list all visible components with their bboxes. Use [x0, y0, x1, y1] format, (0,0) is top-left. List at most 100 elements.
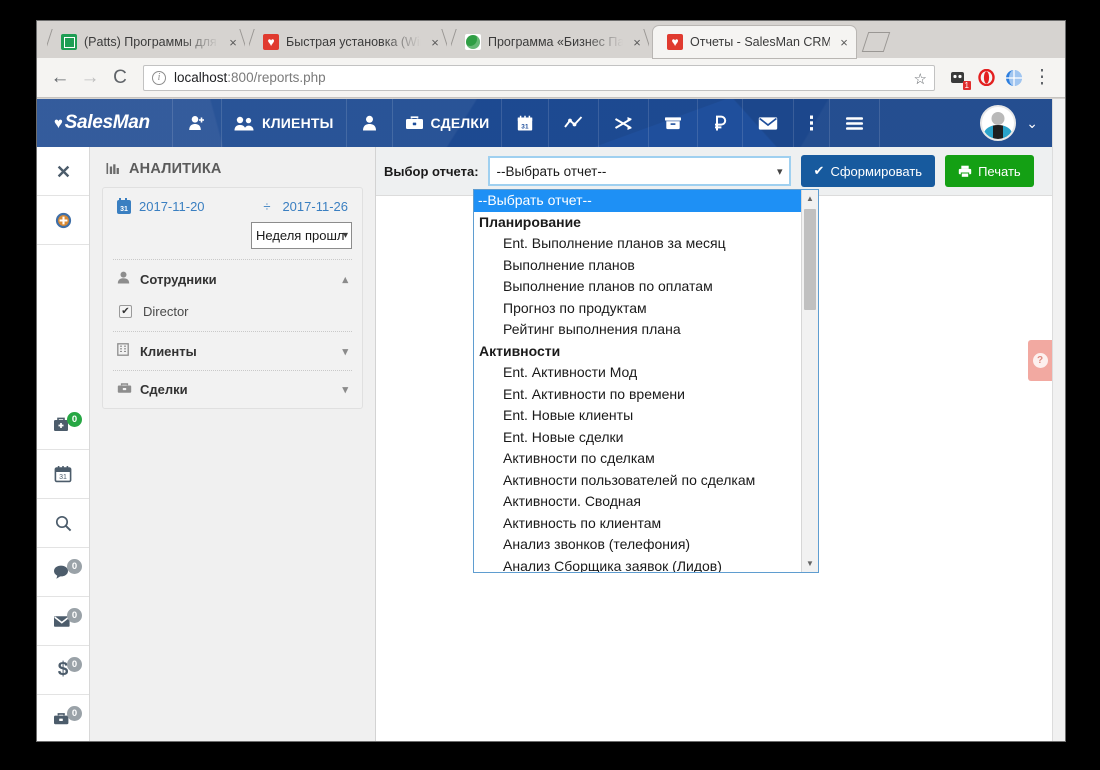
- dropdown-option[interactable]: Активность по клиентам: [474, 513, 801, 535]
- bookmark-star-icon[interactable]: ☆: [914, 70, 927, 88]
- rail-finance[interactable]: $ 0: [37, 646, 89, 695]
- close-icon[interactable]: ×: [427, 34, 443, 50]
- date-range-row[interactable]: 31 2017-11-20 ÷ 2017-11-26: [113, 188, 352, 220]
- scrollbar-thumb[interactable]: [804, 209, 816, 310]
- nav-clients[interactable]: КЛИЕНТЫ: [221, 99, 346, 147]
- date-from[interactable]: 2017-11-20: [139, 199, 205, 214]
- main-content: Выбор отчета: --Выбрать отчет-- ▾ ✔ Сфор…: [376, 147, 1052, 741]
- heart-icon: [263, 34, 279, 50]
- dropdown-scrollbar[interactable]: ▲ ▼: [801, 190, 818, 572]
- employee-checkbox[interactable]: ✔: [119, 305, 132, 318]
- rail-tasks[interactable]: 0: [37, 401, 89, 450]
- scroll-up-icon[interactable]: ▲: [802, 190, 818, 207]
- report-select[interactable]: --Выбрать отчет-- ▾: [487, 156, 791, 186]
- chevron-down-icon[interactable]: ▾: [342, 345, 348, 358]
- heart-icon: ♥: [54, 114, 63, 132]
- badge-count: 0: [67, 412, 82, 427]
- nav-finance[interactable]: [697, 99, 742, 147]
- generate-report-button[interactable]: ✔ Сформировать: [800, 155, 936, 187]
- avatar[interactable]: [980, 105, 1017, 141]
- nav-analytics[interactable]: [548, 99, 598, 147]
- scroll-down-icon[interactable]: ▼: [802, 555, 818, 572]
- group-deals[interactable]: Сделки ▾: [113, 371, 352, 408]
- nav-deals[interactable]: СДЕЛКИ: [391, 99, 502, 147]
- group-employees[interactable]: Сотрудники ▴: [113, 260, 352, 298]
- envelope-icon: [759, 116, 778, 130]
- dropdown-option[interactable]: Ent. Активности по времени: [474, 384, 801, 406]
- dropdown-option[interactable]: Рейтинг выполнения плана: [474, 319, 801, 341]
- dropdown-option[interactable]: Активности пользователей по сделкам: [474, 470, 801, 492]
- page-scrollbar[interactable]: [1052, 99, 1065, 741]
- rail-close-panel[interactable]: [37, 147, 89, 196]
- nav-shuffle[interactable]: [598, 99, 648, 147]
- add-circle-icon: [55, 212, 71, 228]
- help-widget-tab[interactable]: ?: [1028, 340, 1052, 381]
- print-button[interactable]: Печать: [945, 155, 1034, 187]
- employee-row-director[interactable]: ✔ Director: [113, 298, 352, 331]
- dropdown-option[interactable]: Ent. Новые сделки: [474, 427, 801, 449]
- browser-menu-icon[interactable]: ⋮: [1027, 63, 1057, 93]
- nav-mail[interactable]: [742, 99, 793, 147]
- address-bar[interactable]: i localhost:800/reports.php ☆: [143, 64, 935, 91]
- archive-box-icon: [665, 117, 682, 130]
- new-tab-button[interactable]: [861, 30, 891, 54]
- dropdown-option[interactable]: Анализ Сборщика заявок (Лидов): [474, 556, 801, 573]
- extension-icon-opera[interactable]: [973, 65, 999, 91]
- close-icon[interactable]: ×: [225, 34, 241, 50]
- back-icon[interactable]: ←: [45, 63, 75, 93]
- extension-badge: 1: [962, 80, 971, 90]
- page-title: АНАЛИТИКА: [129, 161, 222, 177]
- left-icon-rail: 0 31 0 0 $ 0 0: [37, 147, 90, 741]
- dropdown-option[interactable]: Ent. Активности Мод: [474, 362, 801, 384]
- nav-calendar[interactable]: 31: [501, 99, 548, 147]
- site-info-icon[interactable]: i: [152, 70, 166, 85]
- chevron-down-icon[interactable]: ▾: [342, 383, 348, 396]
- dropdown-option[interactable]: Выполнение планов по оплатам: [474, 276, 801, 298]
- dropdown-option[interactable]: Прогноз по продуктам: [474, 298, 801, 320]
- salesman-logo[interactable]: ♥ SalesMan: [37, 99, 172, 147]
- app-navbar: ♥ SalesMan КЛИЕНТЫ СДЕЛКИ 31 ⌄: [37, 99, 1052, 147]
- dropdown-option[interactable]: Ent. Выполнение планов за месяц: [474, 233, 801, 255]
- rail-mail[interactable]: 0: [37, 597, 89, 646]
- nav-more[interactable]: [793, 99, 829, 147]
- reload-icon[interactable]: C: [105, 63, 135, 93]
- rail-add[interactable]: [37, 196, 89, 245]
- rail-deals[interactable]: 0: [37, 695, 89, 741]
- dropdown-option[interactable]: --Выбрать отчет--: [474, 190, 801, 212]
- extension-icon-globe[interactable]: [1001, 65, 1027, 91]
- print-label: Печать: [978, 163, 1021, 179]
- close-icon[interactable]: ×: [836, 34, 852, 50]
- period-select[interactable]: Неделя прошл ▾: [251, 222, 352, 249]
- tab-title: (Patts) Программы для с: [84, 35, 219, 49]
- period-select-wrap: Неделя прошл ▾: [113, 220, 352, 259]
- dropdown-option[interactable]: Активности. Сводная: [474, 491, 801, 513]
- group-label: Сделки: [140, 382, 188, 397]
- dropdown-option[interactable]: Анализ звонков (телефония): [474, 534, 801, 556]
- browser-toolbar: ← → C i localhost:800/reports.php ☆ 1 ⋮: [37, 58, 1065, 98]
- browser-tab[interactable]: (Patts) Программы для с ×: [47, 26, 245, 58]
- chevron-up-icon[interactable]: ▴: [342, 273, 348, 286]
- nav-archive[interactable]: [648, 99, 697, 147]
- nav-add-user[interactable]: [172, 99, 221, 147]
- group-clients[interactable]: Клиенты ▾: [113, 332, 352, 370]
- forward-icon[interactable]: →: [75, 63, 105, 93]
- browser-tab[interactable]: Быстрая установка (Win ×: [249, 26, 447, 58]
- browser-tab[interactable]: Программа «Бизнес Па ×: [451, 26, 649, 58]
- report-dropdown-list[interactable]: --Выбрать отчет-- Планирование Ent. Выполн…: [473, 189, 819, 573]
- tab-title: Программа «Бизнес Па: [488, 35, 623, 49]
- chevron-down-icon[interactable]: ⌄: [1026, 115, 1038, 132]
- rail-search[interactable]: [37, 499, 89, 548]
- browser-tab-active[interactable]: Отчеты - SalesMan CRM ×: [653, 26, 856, 58]
- dropdown-option[interactable]: Выполнение планов: [474, 255, 801, 277]
- close-icon[interactable]: ×: [629, 34, 645, 50]
- date-to[interactable]: 2017-11-26: [282, 199, 348, 214]
- dropdown-option[interactable]: Ent. Новые клиенты: [474, 405, 801, 427]
- rail-calendar[interactable]: 31: [37, 450, 89, 499]
- user-menu[interactable]: ⌄: [980, 99, 1052, 147]
- extension-icon-1[interactable]: 1: [945, 65, 971, 91]
- url-text: localhost:800/reports.php: [174, 70, 326, 85]
- nav-user[interactable]: [345, 99, 392, 147]
- nav-menu[interactable]: [829, 99, 879, 147]
- dropdown-option[interactable]: Активности по сделкам: [474, 448, 801, 470]
- rail-chat[interactable]: 0: [37, 548, 89, 597]
